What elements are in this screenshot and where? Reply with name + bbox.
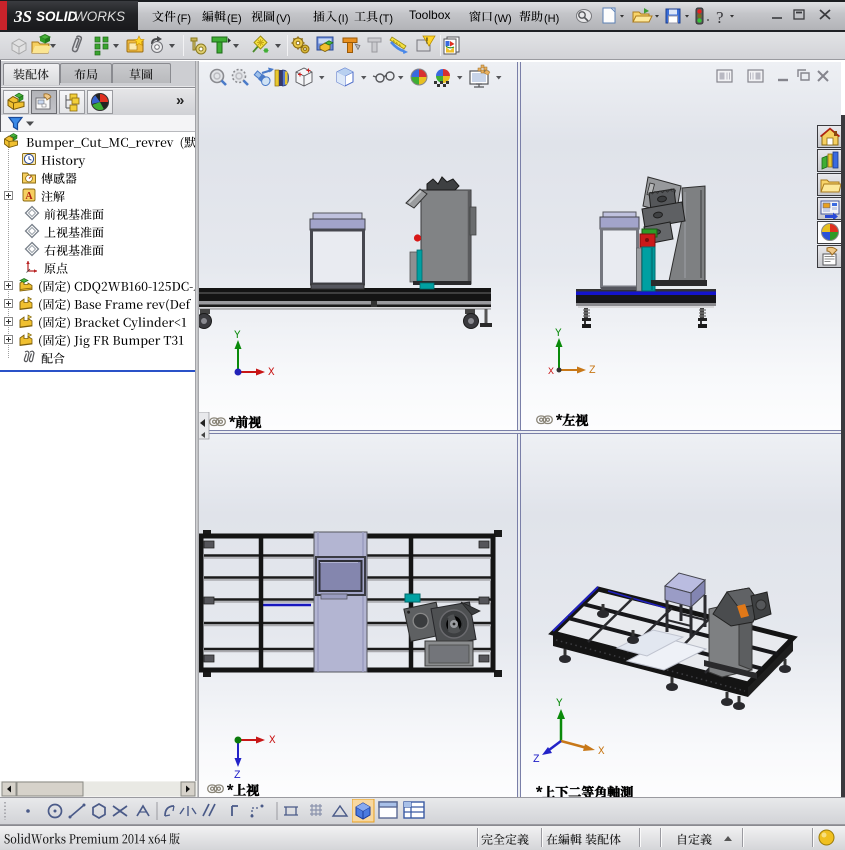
svg-text:X: X (598, 746, 605, 758)
svg-text:3S: 3S (13, 7, 32, 26)
svg-text:X: X (269, 735, 276, 747)
svg-text:Z: Z (589, 365, 596, 377)
svg-text:Y: Y (555, 328, 562, 340)
svg-text:A: A (25, 191, 33, 202)
svg-text:X: X (548, 367, 554, 378)
svg-text:SOLID: SOLID (36, 9, 78, 24)
svg-text:Y: Y (556, 698, 563, 710)
svg-text:?: ? (716, 8, 724, 26)
svg-text:Y: Y (234, 330, 241, 342)
svg-text:Z: Z (533, 754, 540, 766)
svg-text:!: ! (426, 37, 429, 46)
svg-text:X: X (268, 367, 275, 379)
svg-text:WORKS: WORKS (74, 9, 125, 24)
